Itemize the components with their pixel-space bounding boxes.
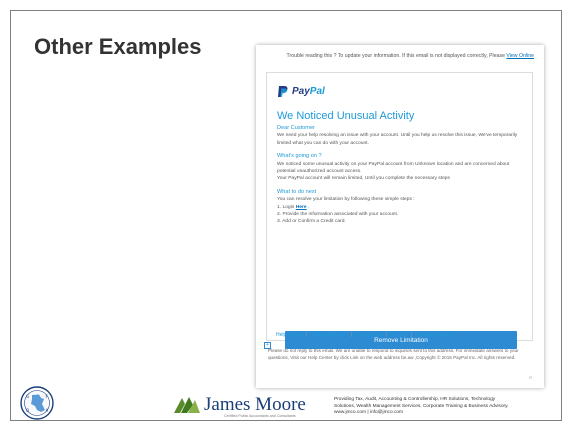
email-footer-links: Help Center | Partner Directory | Logo Cente…	[276, 332, 536, 338]
paypal-word-pay: Pay	[292, 86, 310, 97]
view-online-link[interactable]: View Online	[506, 53, 534, 59]
slide-title: Other Examples	[34, 34, 202, 59]
step-2: 2. Provide the information associated wi…	[277, 212, 399, 218]
security-link[interactable]: Security	[390, 332, 408, 338]
step-3: 3. Add or Confirm a Credit card.	[277, 219, 346, 225]
section-whats-going-on-text-2: Your PayPal account will remain limited,…	[277, 176, 450, 182]
step-1-suffix: .	[308, 204, 310, 210]
step-1-prefix: 1. Login	[277, 204, 295, 210]
email-top-notice: Trouble reading this ? To update your in…	[274, 53, 534, 60]
email-body: Dear Customer We need your help resolvin…	[277, 125, 527, 226]
paypal-word-pal: Pal	[309, 86, 325, 97]
paypal-p-icon	[278, 86, 288, 97]
email-footer-disclaimer: Please do not reply to this email. We ar…	[268, 348, 519, 360]
link-separator: |	[411, 332, 413, 338]
greeting: Dear Customer	[277, 125, 315, 131]
business-center-link[interactable]: Business Center	[415, 332, 452, 338]
james-moore-mark-icon	[174, 397, 200, 413]
gfoa-seal-icon: G F O A	[20, 386, 54, 420]
login-here-link[interactable]: Here	[296, 205, 307, 210]
contact-line: www.jmco.com | info@jmco.com	[334, 410, 404, 416]
help-center-link[interactable]: Help Center	[276, 332, 303, 338]
registered-mark: R	[529, 375, 532, 380]
intro-text: We need your help resolving an issue wit…	[277, 133, 518, 146]
section-what-to-do-intro: You can resolve your limitation by follo…	[277, 197, 415, 203]
svg-text:G: G	[26, 394, 29, 399]
email-heading: We Noticed Unusual Activity	[277, 110, 415, 122]
notice-text: Trouble reading this ? To update your in…	[286, 53, 505, 59]
svg-text:A: A	[46, 408, 49, 413]
link-separator: |	[305, 332, 307, 338]
james-moore-wordmark: James Moore	[204, 394, 306, 415]
logo-center-link[interactable]: Logo Center	[355, 332, 383, 338]
svg-text:O: O	[26, 408, 29, 413]
email-card: PayPal We Noticed Unusual Activity Dear …	[266, 72, 533, 349]
james-moore-tagline: Certified Public Accountants and Consult…	[224, 414, 296, 418]
section-what-to-do-title: What to do next	[277, 188, 317, 195]
services-line-1: Providing Tax, Audit, Accounting & Contr…	[334, 397, 496, 402]
link-separator: |	[385, 332, 387, 338]
phishing-email-screenshot: Trouble reading this ? To update your in…	[256, 45, 544, 388]
link-separator: |	[350, 332, 353, 338]
james-moore-logo: James Moore	[173, 394, 306, 414]
section-whats-going-on-text: We noticed some unusual activity on your…	[277, 161, 510, 175]
partner-directory-link[interactable]: Partner Directory	[310, 332, 348, 338]
section-whats-going-on-title: What's going on ?	[277, 153, 322, 160]
james-moore-services-info: Providing Tax, Audit, Accounting & Contr…	[334, 397, 569, 417]
paypal-logo: PayPal	[277, 85, 325, 98]
paypal-wordmark: PayPal	[292, 86, 325, 97]
step-1: 1. Login Here .	[277, 204, 527, 211]
